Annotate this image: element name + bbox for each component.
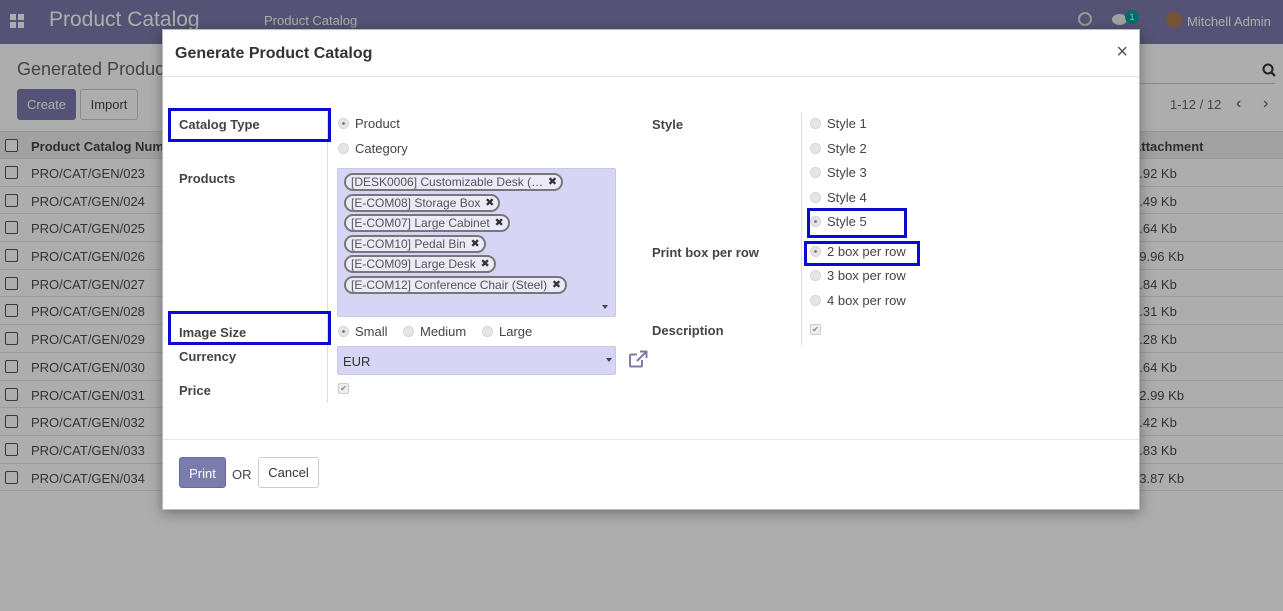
radio-label: Style 3 [827, 165, 867, 180]
label-products: Products [179, 171, 236, 186]
product-tag-label: [E-COM08] Storage Box [351, 196, 481, 210]
chevron-down-icon [606, 358, 612, 362]
label-style: Style [652, 117, 684, 132]
product-tag-label: [DESK0006] Customizable Desk (… [351, 175, 544, 189]
currency-select[interactable]: EUR [337, 346, 616, 375]
label-price: Price [179, 383, 211, 398]
radio-box-4[interactable]: 4 box per row [810, 293, 906, 308]
product-tag[interactable]: [E-COM12] Conference Chair (Steel) ✖ [344, 276, 568, 294]
radio-dot-icon [338, 326, 349, 337]
or-text: OR [232, 467, 252, 482]
label-description: Description [652, 323, 724, 338]
radio-label: Product [355, 116, 400, 131]
radio-style-1[interactable]: Style 1 [810, 116, 867, 131]
radio-image-large[interactable]: Large [482, 324, 532, 339]
radio-style-3[interactable]: Style 3 [810, 165, 867, 180]
radio-dot-icon [338, 143, 349, 154]
radio-dot-icon [338, 118, 349, 129]
radio-label: 3 box per row [827, 268, 906, 283]
radio-label: Style 4 [827, 190, 867, 205]
product-tag[interactable]: [E-COM10] Pedal Bin ✖ [344, 235, 486, 253]
highlight-style-5 [807, 208, 907, 238]
radio-label: Small [355, 324, 388, 339]
product-tag[interactable]: [E-COM07] Large Cabinet ✖ [344, 214, 510, 232]
highlight-box-2 [804, 241, 920, 266]
price-checkbox[interactable]: ✔ [338, 383, 349, 394]
print-button[interactable]: Print [179, 457, 226, 488]
remove-tag-icon[interactable]: ✖ [548, 175, 557, 189]
radio-dot-icon [403, 326, 414, 337]
divider [801, 113, 802, 345]
remove-tag-icon[interactable]: ✖ [481, 257, 490, 271]
radio-label: Category [355, 141, 408, 156]
label-print-box: Print box per row [652, 245, 759, 260]
external-link-icon[interactable] [628, 350, 648, 368]
dialog-title: Generate Product Catalog [175, 45, 373, 62]
radio-dot-icon [810, 270, 821, 281]
radio-box-3[interactable]: 3 box per row [810, 268, 906, 283]
radio-catalog-category[interactable]: Category [338, 141, 408, 156]
product-tag[interactable]: [DESK0006] Customizable Desk (… ✖ [344, 173, 564, 191]
radio-dot-icon [810, 118, 821, 129]
radio-dot-icon [810, 167, 821, 178]
dialog-header: Generate Product Catalog × [163, 30, 1139, 77]
divider [327, 113, 328, 403]
product-tag[interactable]: [E-COM08] Storage Box ✖ [344, 194, 501, 212]
remove-tag-icon[interactable]: ✖ [552, 278, 561, 292]
label-currency: Currency [179, 349, 237, 364]
remove-tag-icon[interactable]: ✖ [471, 237, 480, 251]
product-tag-label: [E-COM07] Large Cabinet [351, 216, 490, 230]
cancel-button[interactable]: Cancel [258, 457, 319, 488]
close-icon[interactable]: × [1116, 41, 1128, 64]
radio-dot-icon [810, 295, 821, 306]
radio-image-medium[interactable]: Medium [403, 324, 466, 339]
radio-catalog-product[interactable]: Product [338, 116, 400, 131]
radio-style-2[interactable]: Style 2 [810, 141, 867, 156]
products-tags-field[interactable]: [DESK0006] Customizable Desk (… ✖ [E-COM0… [337, 168, 616, 317]
radio-label: 4 box per row [827, 293, 906, 308]
radio-dot-icon [810, 192, 821, 203]
currency-value: EUR [343, 354, 371, 369]
radio-style-4[interactable]: Style 4 [810, 190, 867, 205]
radio-label: Medium [420, 324, 467, 339]
remove-tag-icon[interactable]: ✖ [495, 216, 504, 230]
highlight-image-size [168, 311, 331, 345]
radio-label: Style 2 [827, 141, 867, 156]
product-tag-label: [E-COM09] Large Desk [351, 257, 476, 271]
radio-image-small[interactable]: Small [338, 324, 388, 339]
highlight-catalog-type [168, 108, 331, 142]
description-checkbox[interactable]: ✔ [810, 324, 821, 335]
product-tag-label: [E-COM12] Conference Chair (Steel) [351, 278, 548, 292]
radio-label: Style 1 [827, 116, 867, 131]
radio-label: Large [499, 324, 533, 339]
chevron-down-icon[interactable] [602, 305, 608, 309]
remove-tag-icon[interactable]: ✖ [485, 196, 494, 210]
generate-catalog-dialog: Generate Product Catalog × Catalog Type … [162, 29, 1140, 510]
radio-dot-icon [810, 143, 821, 154]
radio-dot-icon [482, 326, 493, 337]
product-tag-label: [E-COM10] Pedal Bin [351, 237, 466, 251]
product-tag[interactable]: [E-COM09] Large Desk ✖ [344, 255, 496, 273]
